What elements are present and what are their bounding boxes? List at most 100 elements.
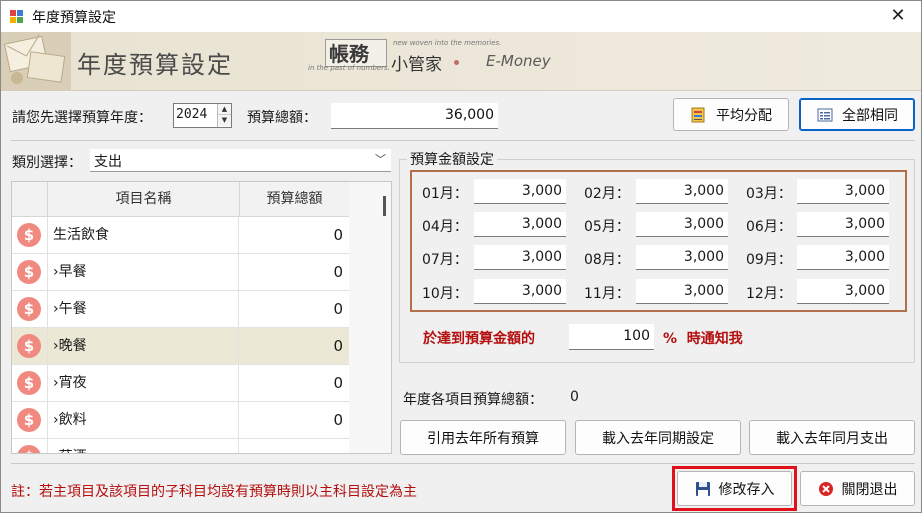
table-row[interactable]: $ 生活飲食 0 [12, 217, 349, 254]
banner-title: 年度預算設定 [77, 51, 233, 79]
load-last-setting-button[interactable]: 載入去年同期設定 [575, 420, 741, 455]
month-label: 10月： [422, 286, 468, 302]
header-banner: 年度預算設定 帳務 new woven into the memories. i… [1, 32, 921, 91]
total-label: 預算總額： [247, 110, 317, 126]
grid-header: 項目名稱 預算總額 [12, 182, 349, 217]
list-icon [817, 108, 833, 121]
divider-top [11, 140, 915, 141]
item-amount-cell[interactable]: 0 [239, 402, 349, 438]
close-exit-label: 關閉退出 [841, 481, 898, 498]
item-amount-cell[interactable]: 0 [239, 365, 349, 401]
month-label: 12月： [746, 286, 792, 302]
category-select[interactable]: 支出 ﹀ [90, 149, 391, 172]
item-name-cell[interactable]: ›飲料 [47, 402, 239, 438]
item-name-cell[interactable]: ›菸酒 [47, 439, 239, 453]
window-title: 年度預算設定 [32, 10, 116, 26]
header-item-name[interactable]: 項目名稱 [47, 182, 239, 217]
close-exit-button[interactable]: 關閉退出 [800, 471, 915, 506]
total-budget-field[interactable]: 36,000 [331, 103, 498, 129]
month-label: 09月： [746, 252, 792, 268]
month-budget-field[interactable]: 3,000 [636, 279, 728, 304]
month-budget-field[interactable]: 3,000 [797, 212, 889, 237]
budget-group-title: 預算金額設定 [407, 149, 497, 169]
year-spinner[interactable]: 2024 ▲ ▼ [173, 103, 232, 128]
title-bar: 年度預算設定 ✕ [1, 1, 921, 32]
month-budget-field[interactable]: 3,000 [797, 279, 889, 304]
logo-sub-text: 小管家 [391, 55, 442, 75]
alert-percent-field[interactable]: 100 [569, 324, 654, 350]
summary-label: 年度各項目預算總額： [403, 392, 543, 408]
table-row[interactable]: $ ›飲料 0 [12, 402, 349, 439]
item-amount-cell[interactable]: 0 [239, 328, 349, 364]
table-row[interactable]: $ ›宵夜 0 [12, 365, 349, 402]
average-distribute-button[interactable]: 平均分配 [673, 98, 789, 131]
month-label: 08月： [584, 252, 630, 268]
table-row[interactable]: $ ›午餐 0 [12, 291, 349, 328]
row-icon-cell: $ [12, 291, 47, 327]
use-last-year-label: 引用去年所有預算 [427, 430, 539, 447]
month-label: 06月： [746, 219, 792, 235]
month-budget-field[interactable]: 3,000 [636, 245, 728, 270]
month-label: 04月： [422, 219, 468, 235]
summary-value: 0 [570, 389, 579, 405]
table-row[interactable]: $ ›菸酒 [12, 439, 349, 453]
footer-note: 註：若主項目及該項目的子科目均設有預算時則以主科目設定為主 [11, 484, 417, 500]
row-icon-cell: $ [12, 328, 47, 364]
logo-tagline-top: new woven into the memories. [393, 39, 502, 47]
spin-down-icon[interactable]: ▼ [218, 115, 231, 126]
month-budget-field[interactable]: 3,000 [474, 279, 566, 304]
category-value: 支出 [94, 154, 122, 170]
item-amount-cell[interactable]: 0 [239, 217, 349, 253]
spin-up-icon[interactable]: ▲ [218, 104, 231, 115]
load-last-expense-button[interactable]: 載入去年同月支出 [749, 420, 915, 455]
dollar-icon: $ [17, 371, 41, 395]
item-name-cell[interactable]: ›早餐 [47, 254, 239, 290]
table-row[interactable]: $ ›早餐 0 [12, 254, 349, 291]
month-budget-field[interactable]: 3,000 [474, 212, 566, 237]
alert-suffix: % 時通知我 [663, 331, 743, 347]
item-name-cell[interactable]: 生活飲食 [47, 217, 239, 253]
grid-scrollbar[interactable] [349, 182, 391, 453]
row-icon-cell: $ [12, 254, 47, 290]
month-budget-field[interactable]: 3,000 [797, 179, 889, 204]
dollar-icon: $ [17, 297, 41, 321]
dollar-icon: $ [17, 408, 41, 432]
chevron-down-icon[interactable]: ﹀ [375, 151, 386, 167]
month-label: 01月： [422, 186, 468, 202]
alert-prefix: 於達到預算金額的 [423, 331, 535, 347]
item-amount-cell[interactable]: 0 [239, 291, 349, 327]
month-budget-field[interactable]: 3,000 [636, 179, 728, 204]
item-name-cell[interactable]: ›宵夜 [47, 365, 239, 401]
scrollbar-thumb[interactable] [383, 196, 386, 216]
budget-items-grid[interactable]: 項目名稱 預算總額 $ 生活飲食 0 $ ›早餐 0 $ ›午餐 0 $ ›晚餐 0 $ ›宵夜 0 $ ›飲料… [11, 181, 392, 454]
spinner-buttons: ▲ ▼ [217, 104, 231, 127]
header-budget-total[interactable]: 預算總額 [239, 182, 349, 217]
load-last-setting-label: 載入去年同期設定 [602, 430, 714, 447]
logo-dot [454, 60, 459, 65]
month-budget-field[interactable]: 3,000 [474, 179, 566, 204]
close-circle-icon [818, 481, 833, 496]
item-amount-cell[interactable]: 0 [239, 254, 349, 290]
dollar-icon: $ [17, 334, 41, 358]
item-amount-cell[interactable] [239, 439, 349, 453]
month-label: 03月： [746, 186, 792, 202]
month-budget-field[interactable]: 3,000 [797, 245, 889, 270]
logo-tagline-bottom: in the past of numbers. [308, 64, 390, 72]
year-value[interactable]: 2024 [176, 107, 207, 122]
category-label: 類別選擇： [12, 155, 82, 171]
window-close-icon[interactable]: ✕ [885, 4, 911, 28]
month-label: 07月： [422, 252, 468, 268]
row-icon-cell: $ [12, 439, 47, 453]
month-budget-field[interactable]: 3,000 [474, 245, 566, 270]
dollar-icon: $ [17, 260, 41, 284]
table-row[interactable]: $ ›晚餐 0 [12, 328, 349, 365]
dollar-icon: $ [17, 445, 41, 453]
item-name-cell[interactable]: ›晚餐 [47, 328, 239, 364]
all-same-button[interactable]: 全部相同 [799, 98, 915, 131]
use-last-year-button[interactable]: 引用去年所有預算 [400, 420, 566, 455]
item-name-cell[interactable]: ›午餐 [47, 291, 239, 327]
app-icon [10, 10, 23, 23]
average-distribute-label: 平均分配 [716, 107, 772, 124]
load-last-expense-label: 載入去年同月支出 [776, 430, 888, 447]
month-budget-field[interactable]: 3,000 [636, 212, 728, 237]
